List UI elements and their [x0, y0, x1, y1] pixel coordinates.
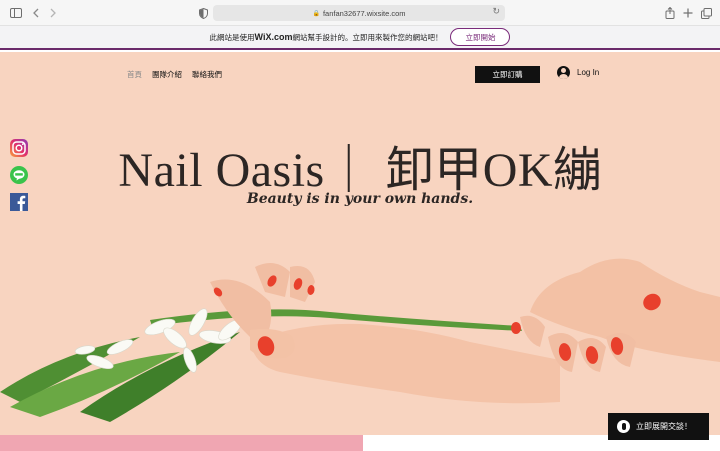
wix-start-button[interactable]: 立即開始 [450, 28, 511, 46]
back-icon[interactable] [31, 5, 41, 21]
wix-logo: WiX.com [254, 31, 293, 42]
tabs-icon[interactable] [700, 5, 712, 21]
nav-item-home[interactable]: 首頁 [127, 69, 142, 80]
reload-icon[interactable]: ↻ [492, 6, 500, 17]
book-now-button[interactable]: 立即訂購 [475, 66, 540, 83]
lock-icon: 🔒 [312, 10, 320, 17]
hero-title: Nail Oasis｜ 卸甲OK繃 [118, 144, 602, 197]
chat-button[interactable]: 立即展開交談！ [608, 413, 709, 440]
share-icon[interactable] [664, 5, 676, 21]
hero-tagline: Beauty is in your own hands. [246, 191, 474, 207]
sidebar-icon[interactable] [9, 5, 23, 21]
login-button[interactable]: Log In [557, 66, 599, 79]
forward-icon[interactable] [48, 5, 58, 21]
chat-label: 立即展開交談！ [636, 422, 692, 431]
avatar-icon [557, 66, 570, 79]
shield-icon[interactable] [197, 5, 209, 21]
url-text: fanfan32677.wixsite.com [322, 8, 406, 18]
chat-icon [617, 420, 630, 433]
hero-section: 首頁 團隊介紹 聯絡我們 立即訂購 Log In Nail Oasis｜ 卸甲O [0, 52, 720, 435]
browser-toolbar: 🔒 fanfan32677.wixsite.com ↻ [0, 0, 720, 26]
nav-item-team[interactable]: 團隊介紹 [152, 69, 182, 80]
wix-banner-text: 此網站是使用WiX.com網站幫手設計的。立即用來製作您的網站吧！ [209, 31, 443, 42]
address-bar[interactable]: 🔒 fanfan32677.wixsite.com ↻ [213, 5, 505, 21]
nav-item-contact[interactable]: 聯絡我們 [192, 69, 222, 80]
login-label: Log In [577, 68, 600, 77]
next-section-image [0, 435, 363, 451]
new-tab-icon[interactable] [682, 5, 694, 21]
wix-promo-banner: 此網站是使用WiX.com網站幫手設計的。立即用來製作您的網站吧！ 立即開始 [0, 26, 720, 50]
hands-flowers-image [0, 258, 720, 422]
main-nav: 首頁 團隊介紹 聯絡我們 [127, 69, 222, 80]
